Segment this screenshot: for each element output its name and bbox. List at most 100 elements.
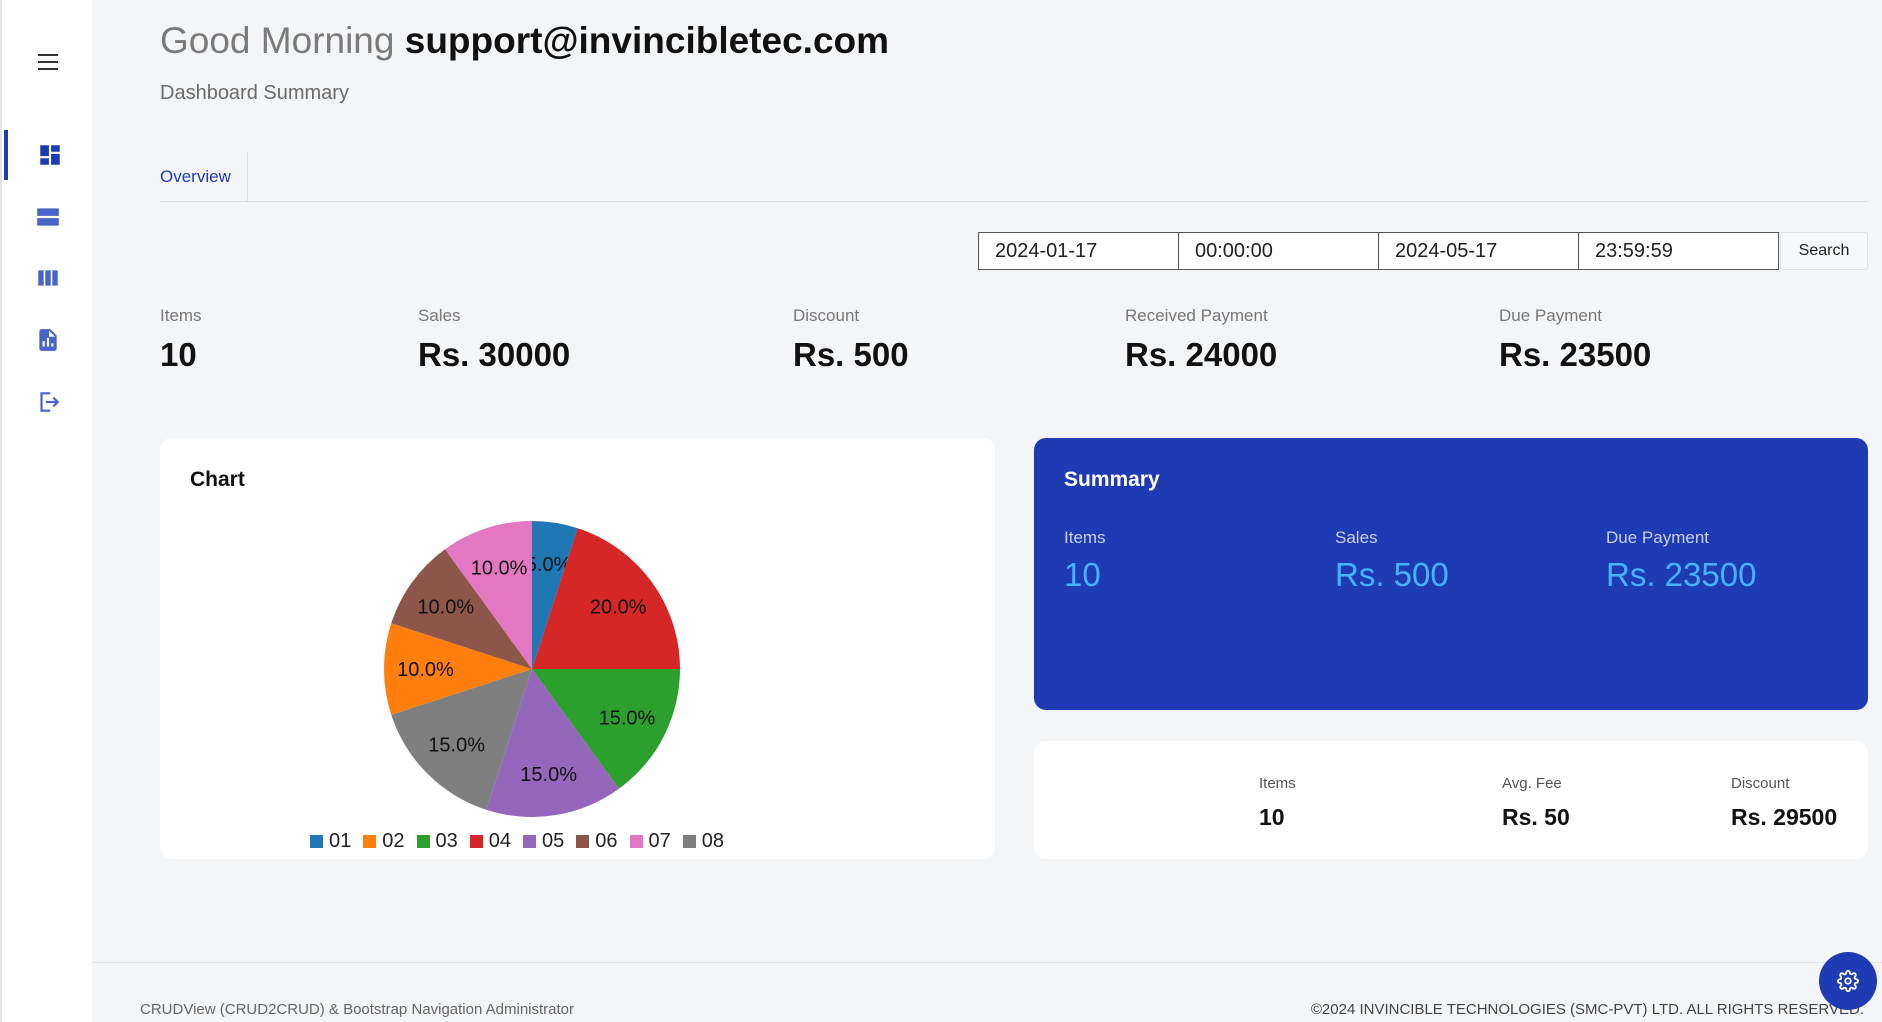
- from-time-input[interactable]: [1178, 232, 1379, 270]
- pie-label-03: 15.0%: [599, 707, 656, 729]
- sidebar-item-reports[interactable]: [4, 315, 92, 365]
- legend-label: 01: [329, 830, 352, 852]
- stat-label: Items: [160, 306, 202, 325]
- legend-item-05[interactable]: 05: [523, 830, 564, 853]
- hamburger-menu-icon[interactable]: [36, 50, 60, 74]
- legend-item-02[interactable]: 02: [363, 830, 405, 853]
- report-icon: [39, 329, 57, 351]
- summary-card: Summary Items 10 Sales Rs. 500 Due Payme…: [1034, 438, 1868, 710]
- legend-item-07[interactable]: 07: [629, 830, 671, 853]
- tab-overview[interactable]: Overview: [160, 152, 248, 202]
- legend-swatch: [469, 835, 483, 848]
- legend-label: 04: [488, 830, 511, 852]
- mini-value: Rs. 29500: [1731, 804, 1838, 830]
- legend-item-01[interactable]: 01: [310, 830, 351, 853]
- legend-swatch: [363, 835, 377, 848]
- sidebar-item-dashboard[interactable]: [4, 130, 92, 180]
- stat-received-payment: Received Payment Rs. 24000: [1125, 306, 1277, 374]
- page-subtitle: Dashboard Summary: [160, 82, 349, 104]
- dashboard-icon: [40, 145, 60, 165]
- sidebar-item-logout[interactable]: [4, 377, 92, 427]
- mini-label: Items: [1259, 775, 1296, 792]
- legend-label: 05: [542, 830, 565, 852]
- chart-legend: 01 02 03 04 05 06 07 08: [310, 830, 736, 853]
- summary-sales: Sales Rs. 500: [1335, 528, 1449, 594]
- legend-swatch: [523, 835, 536, 848]
- pie-label-06: 10.0%: [417, 596, 474, 618]
- summary-title: Summary: [1064, 468, 1160, 491]
- legend-label: 08: [701, 830, 724, 852]
- gear-icon: [1837, 970, 1859, 992]
- search-button[interactable]: Search: [1780, 232, 1868, 270]
- mini-items: Items 10: [1259, 775, 1296, 831]
- stat-label: Received Payment: [1125, 306, 1268, 325]
- pie-chart: 5.0%20.0%15.0%15.0%15.0%10.0%10.0%10.0%: [384, 521, 680, 817]
- chart-card: Chart 5.0% 20.0% 15.0% 15.0% 15.0% 10.0% 10.0%…: [160, 438, 995, 859]
- pie-label-08: 15.0%: [428, 734, 485, 756]
- pie-label-04: 20.0%: [590, 596, 647, 618]
- footer-left-text: CRUDView (CRUD2CRUD) & Bootstrap Navigat…: [140, 1001, 575, 1018]
- legend-label: 07: [648, 830, 671, 852]
- columns-icon: [38, 270, 58, 286]
- mini-summary-card: Items 10 Avg. Fee Rs. 50 Discount Rs. 29…: [1034, 741, 1868, 859]
- greeting-prefix: Good Morning: [160, 20, 395, 61]
- legend-label: 02: [382, 830, 405, 852]
- logout-icon: [40, 392, 60, 412]
- footer: CRUDView (CRUD2CRUD) & Bootstrap Navigat…: [92, 962, 1882, 1022]
- summary-label: Sales: [1335, 528, 1378, 547]
- date-filter: Search: [978, 232, 1868, 270]
- stat-discount: Discount Rs. 500: [793, 306, 909, 374]
- mini-avg-fee: Avg. Fee Rs. 50: [1502, 775, 1570, 831]
- mini-value: Rs. 50: [1502, 804, 1570, 830]
- settings-button[interactable]: [1819, 952, 1877, 1010]
- mini-label: Discount: [1731, 775, 1790, 792]
- page-title: Good Morning support@invincibletec.com: [160, 20, 889, 62]
- summary-label: Due Payment: [1606, 528, 1709, 547]
- stat-value: Rs. 24000: [1125, 336, 1278, 373]
- legend-item-06[interactable]: 06: [576, 830, 618, 853]
- summary-items: Items 10: [1064, 528, 1106, 594]
- legend-item-04[interactable]: 04: [469, 830, 511, 853]
- stat-value: Rs. 23500: [1499, 336, 1652, 373]
- stat-items: Items 10: [160, 306, 202, 374]
- legend-item-08[interactable]: 08: [682, 830, 724, 853]
- sidebar-item-columns[interactable]: [4, 253, 92, 303]
- legend-item-03[interactable]: 03: [416, 830, 458, 853]
- pie-label-05: 15.0%: [520, 764, 577, 786]
- legend-swatch: [682, 835, 696, 848]
- footer-copyright: ©2024 INVINCIBLE TECHNOLOGIES (SMC-PVT) …: [1310, 1001, 1864, 1018]
- rows-icon: [37, 208, 59, 226]
- mini-label: Avg. Fee: [1502, 775, 1562, 792]
- sidebar: [0, 0, 92, 1022]
- stat-label: Discount: [793, 306, 860, 325]
- legend-swatch: [629, 835, 643, 848]
- summary-value: Rs. 500: [1335, 556, 1449, 593]
- stat-value: Rs. 500: [793, 336, 909, 373]
- summary-label: Items: [1064, 528, 1106, 547]
- to-time-input[interactable]: [1578, 232, 1779, 270]
- summary-value: 10: [1064, 556, 1101, 593]
- pie-label-02: 10.0%: [397, 659, 454, 681]
- pie-label-07: 10.0%: [471, 558, 528, 580]
- legend-label: 06: [595, 830, 618, 852]
- main-content: Good Morning support@invincibletec.com D…: [92, 0, 1882, 1022]
- mini-value: 10: [1259, 804, 1285, 830]
- legend-swatch: [576, 835, 590, 848]
- summary-value: Rs. 23500: [1606, 556, 1757, 593]
- summary-due-payment: Due Payment Rs. 23500: [1606, 528, 1756, 594]
- stat-due-payment: Due Payment Rs. 23500: [1499, 306, 1651, 374]
- stat-sales: Sales Rs. 30000: [418, 306, 570, 374]
- stat-value: 10: [160, 336, 197, 373]
- legend-swatch: [416, 835, 430, 848]
- from-date-input[interactable]: [978, 232, 1179, 270]
- to-date-input[interactable]: [1378, 232, 1579, 270]
- legend-label: 03: [435, 830, 458, 852]
- legend-swatch: [310, 835, 323, 848]
- tab-bar: Overview: [160, 152, 1868, 202]
- stat-label: Sales: [418, 306, 461, 325]
- stat-value: Rs. 30000: [418, 336, 571, 373]
- sidebar-item-rows[interactable]: [4, 192, 92, 242]
- greeting-email: support@invincibletec.com: [404, 20, 890, 61]
- mini-discount: Discount Rs. 29500: [1731, 775, 1837, 831]
- stat-label: Due Payment: [1499, 306, 1602, 325]
